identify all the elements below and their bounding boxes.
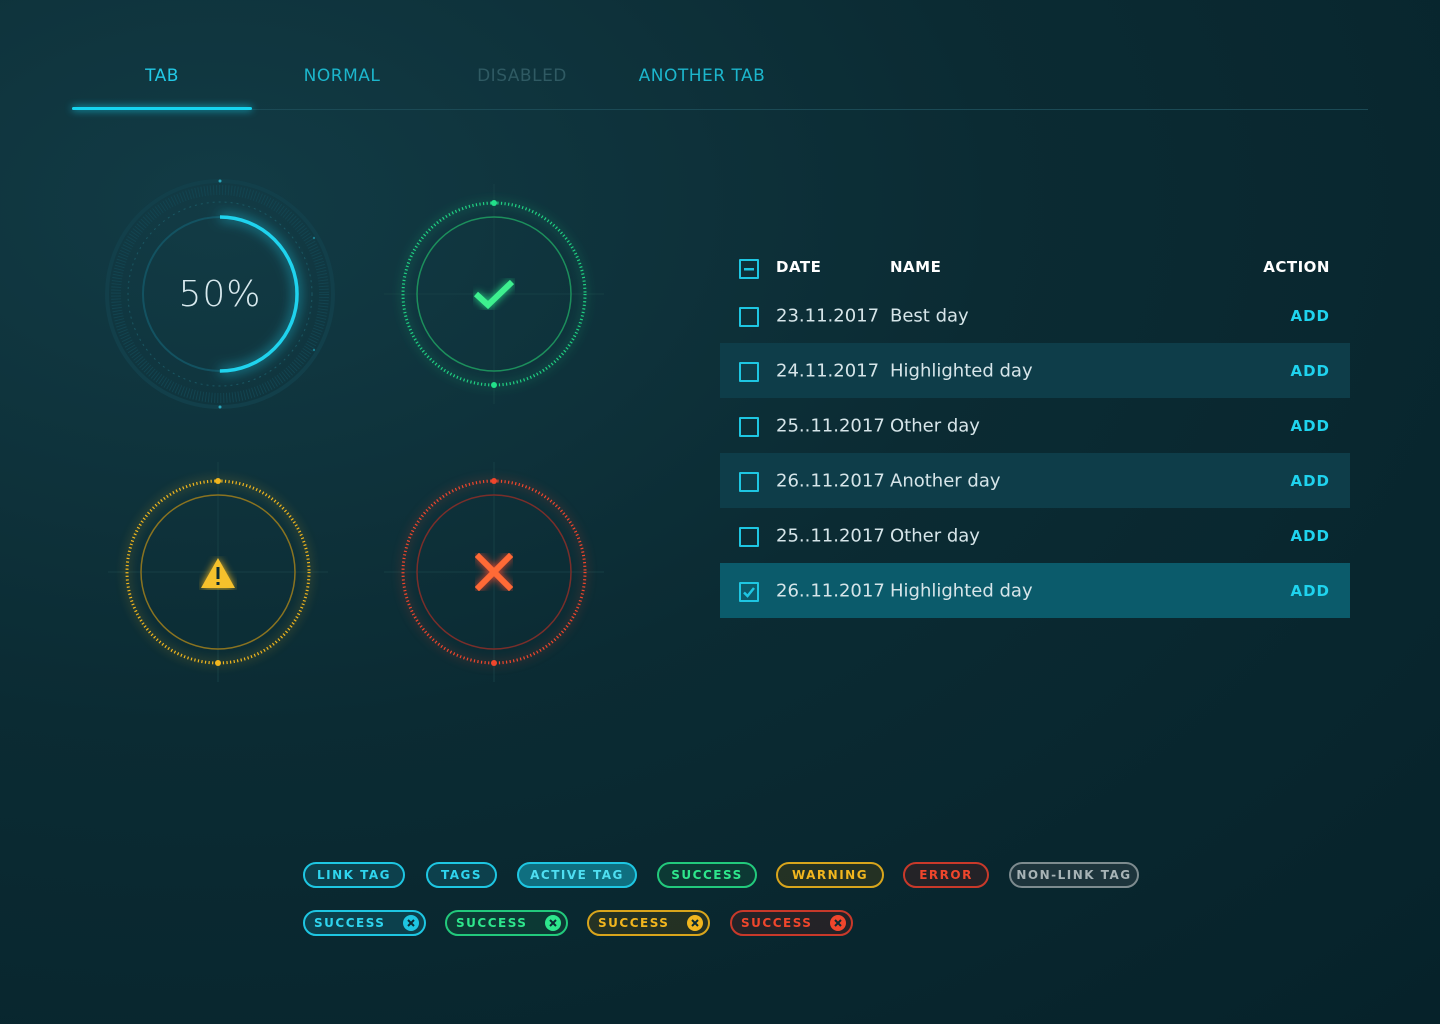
- tab-label: NORMAL: [303, 66, 381, 86]
- progress-indicator: 50%: [104, 178, 336, 410]
- link-tag[interactable]: LINK TAG: [303, 862, 405, 888]
- cross-icon: [475, 553, 513, 591]
- success-indicator: [384, 184, 604, 404]
- tag-label: NON-LINK TAG: [1016, 868, 1132, 882]
- table-row[interactable]: 26..11.2017 Highlighted day ADD: [720, 563, 1350, 618]
- add-button[interactable]: ADD: [1290, 362, 1330, 380]
- tag-label: SUCCESS: [598, 916, 670, 930]
- add-button[interactable]: ADD: [1290, 582, 1330, 600]
- active-tab-indicator: [72, 107, 252, 110]
- tag-label: WARNING: [791, 868, 869, 882]
- row-checkbox[interactable]: [739, 306, 759, 327]
- table-row[interactable]: 24.11.2017 Highlighted day ADD: [720, 343, 1350, 398]
- tags-tag[interactable]: TAGS: [426, 862, 497, 888]
- close-icon[interactable]: [687, 915, 703, 931]
- date-cell: 26..11.2017: [776, 580, 885, 601]
- row-checkbox[interactable]: [739, 471, 759, 492]
- date-cell: 24.11.2017: [776, 360, 880, 381]
- non-link-tag: NON-LINK TAG: [1009, 862, 1139, 888]
- tab-bar: TAB NORMAL DISABLED ANOTHER TAB: [72, 60, 1368, 110]
- tab-label: DISABLED: [477, 66, 567, 86]
- table-row[interactable]: 25..11.2017 Other day ADD: [720, 398, 1350, 453]
- action-column-header: ACTION: [1263, 258, 1330, 276]
- tag-label: TAGS: [440, 868, 483, 882]
- name-column-header[interactable]: NAME: [890, 258, 941, 276]
- table-row[interactable]: 26..11.2017 Another day ADD: [720, 453, 1350, 508]
- add-button[interactable]: ADD: [1290, 472, 1330, 490]
- date-cell: 25..11.2017: [776, 525, 885, 546]
- minus-icon: [744, 268, 754, 271]
- close-icon[interactable]: [545, 915, 561, 931]
- error-indicator: [384, 462, 604, 682]
- tag-label: SUCCESS: [456, 916, 528, 930]
- name-cell: Other day: [890, 415, 980, 436]
- error-tag[interactable]: ERROR: [903, 862, 989, 888]
- warning-indicator: [108, 462, 328, 682]
- closable-tag-red[interactable]: SUCCESS: [730, 910, 853, 936]
- row-checkbox[interactable]: [739, 361, 759, 382]
- row-checkbox[interactable]: [739, 526, 759, 547]
- tab-another-tab[interactable]: ANOTHER TAB: [612, 60, 792, 108]
- name-cell: Another day: [890, 470, 1001, 491]
- data-table: DATE NAME ACTION 23.11.2017 Best day ADD 24…: [720, 248, 1350, 618]
- warning-tag[interactable]: WARNING: [776, 862, 884, 888]
- tab-label: ANOTHER TAB: [638, 66, 766, 86]
- table-row[interactable]: 25..11.2017 Other day ADD: [720, 508, 1350, 563]
- table-header: DATE NAME ACTION: [720, 248, 1350, 288]
- tag-label: ERROR: [919, 868, 973, 882]
- active-tag[interactable]: ACTIVE TAG: [517, 862, 637, 888]
- tag-label: ACTIVE TAG: [530, 868, 624, 882]
- tab-tab[interactable]: TAB: [72, 60, 252, 108]
- row-checkbox[interactable]: [739, 416, 759, 437]
- close-icon[interactable]: [830, 915, 846, 931]
- tab-bar-divider: [72, 109, 1368, 110]
- tab-normal[interactable]: NORMAL: [252, 60, 432, 108]
- name-cell: Other day: [890, 525, 980, 546]
- add-button[interactable]: ADD: [1290, 417, 1330, 435]
- tag-label: SUCCESS: [314, 916, 386, 930]
- date-cell: 23.11.2017: [776, 305, 880, 326]
- date-cell: 25..11.2017: [776, 415, 885, 436]
- date-column-header[interactable]: DATE: [776, 258, 821, 276]
- checkmark-icon: [743, 586, 755, 598]
- closable-tag-cyan[interactable]: SUCCESS: [303, 910, 426, 936]
- close-icon[interactable]: [403, 915, 419, 931]
- date-cell: 26..11.2017: [776, 470, 885, 491]
- add-button[interactable]: ADD: [1290, 527, 1330, 545]
- name-cell: Highlighted day: [890, 580, 1033, 601]
- warning-icon: [201, 558, 235, 588]
- name-cell: Best day: [890, 305, 969, 326]
- select-all-checkbox[interactable]: [739, 259, 759, 279]
- table-row[interactable]: 23.11.2017 Best day ADD: [720, 288, 1350, 343]
- closable-tag-green[interactable]: SUCCESS: [445, 910, 568, 936]
- tab-label: TAB: [145, 66, 179, 86]
- tag-label: LINK TAG: [316, 868, 392, 882]
- check-icon: [473, 279, 515, 310]
- name-cell: Highlighted day: [890, 360, 1033, 381]
- row-checkbox[interactable]: [739, 581, 759, 602]
- success-tag[interactable]: SUCCESS: [657, 862, 757, 888]
- closable-tag-yellow[interactable]: SUCCESS: [587, 910, 710, 936]
- progress-percent-text: 50%: [178, 273, 262, 315]
- add-button[interactable]: ADD: [1290, 307, 1330, 325]
- tag-label: SUCCESS: [671, 868, 743, 882]
- tab-disabled: DISABLED: [432, 60, 612, 108]
- tag-label: SUCCESS: [741, 916, 813, 930]
